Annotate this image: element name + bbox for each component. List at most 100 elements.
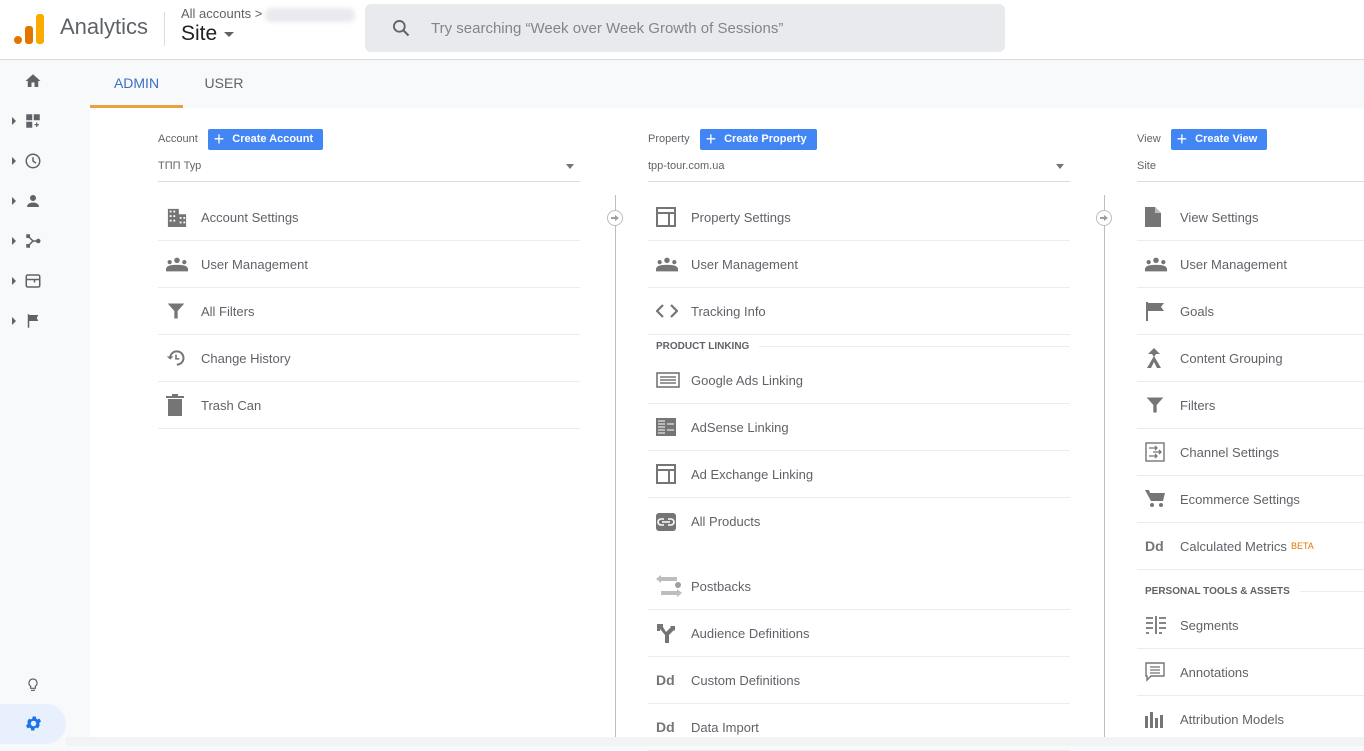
item-label: View Settings [1180, 209, 1259, 225]
expand-arrow-icon [12, 197, 16, 205]
expand-arrow-icon [12, 157, 16, 165]
item-label: Calculated Metrics [1180, 538, 1287, 554]
lightbulb-icon [28, 678, 38, 691]
item-label: Tracking Info [691, 303, 766, 319]
all-filters-item[interactable]: All Filters [158, 288, 580, 335]
link-arrow-icon[interactable] [607, 210, 623, 226]
item-label: Ecommerce Settings [1180, 491, 1300, 507]
dropdown-arrow-icon [566, 164, 574, 169]
account-selected: ТПП Тур [158, 160, 202, 172]
dashboard-icon [26, 114, 40, 128]
breadcrumb-all-accounts[interactable]: All accounts > [181, 6, 262, 21]
create-property-button[interactable]: + Create Property [699, 128, 817, 150]
create-view-button[interactable]: + Create View [1170, 128, 1268, 150]
create-view-label: Create View [1195, 133, 1258, 145]
nav-customization[interactable] [0, 101, 66, 141]
filters-item[interactable]: Filters [1137, 382, 1364, 429]
tracking-info-item[interactable]: Tracking Info [648, 288, 1070, 335]
app-name: Analytics [60, 14, 149, 39]
create-account-button[interactable]: + Create Account [207, 128, 324, 150]
ecommerce-settings-item[interactable]: Ecommerce Settings [1137, 476, 1364, 523]
plus-icon: + [213, 129, 225, 149]
adsense-linking-item[interactable]: AdSense Linking [648, 404, 1070, 451]
account-label: Account [158, 133, 198, 145]
link-icon [656, 512, 676, 531]
item-label: Annotations [1180, 664, 1249, 680]
channel-icon [1145, 442, 1165, 462]
account-user-management-item[interactable]: User Management [158, 241, 580, 288]
annotations-item[interactable]: Annotations [1137, 649, 1364, 696]
item-label: Audience Definitions [691, 625, 810, 641]
item-label: Ad Exchange Linking [691, 466, 814, 482]
calculated-metrics-item[interactable]: Dd Calculated Metrics BETA [1137, 523, 1364, 570]
view-column-selector[interactable]: Site [1137, 158, 1364, 182]
tab-admin[interactable]: ADMIN [90, 61, 183, 108]
view-label: View [1137, 133, 1161, 145]
breadcrumb-account-redacted[interactable] [265, 8, 355, 22]
column-divider [615, 195, 616, 737]
goals-item[interactable]: Goals [1137, 288, 1364, 335]
nav-behavior[interactable] [0, 261, 66, 301]
property-user-management-item[interactable]: User Management [648, 241, 1070, 288]
admin-panel: ADMIN USER Account + Create Account ТПП Т… [90, 61, 1364, 751]
google-ads-linking-item[interactable]: Google Ads Linking [648, 357, 1070, 404]
people-icon [1145, 257, 1167, 272]
nav-acquisition[interactable] [0, 221, 66, 261]
view-settings-item[interactable]: View Settings [1137, 194, 1364, 241]
top-header: Analytics All accounts > Site [0, 0, 1364, 60]
content-grouping-item[interactable]: Content Grouping [1137, 335, 1364, 382]
property-settings-item[interactable]: Property Settings [648, 194, 1070, 241]
nav-audience[interactable] [0, 181, 66, 221]
nav-realtime[interactable] [0, 141, 66, 181]
search-input[interactable] [431, 19, 971, 37]
account-settings-item[interactable]: Account Settings [158, 194, 580, 241]
audience-definitions-item[interactable]: Audience Definitions [648, 610, 1070, 657]
property-selector[interactable]: tpp-tour.com.ua [648, 158, 1070, 182]
nav-home[interactable] [0, 61, 66, 101]
ad-exchange-linking-item[interactable]: Ad Exchange Linking [648, 451, 1070, 498]
item-label: Filters [1180, 397, 1216, 413]
people-icon [166, 257, 188, 272]
dd-icon: Dd [656, 672, 675, 688]
horizontal-scrollbar[interactable] [66, 737, 1364, 746]
attribution-models-item[interactable]: Attribution Models [1137, 696, 1364, 743]
nav-discover[interactable] [0, 664, 66, 704]
view-column: View + Create View Site View Settings Use… [1137, 128, 1364, 743]
search-icon [393, 20, 410, 37]
item-label: All Filters [201, 303, 255, 319]
all-products-item[interactable]: All Products [648, 498, 1070, 545]
person-icon [27, 195, 39, 207]
building-icon [167, 208, 187, 227]
caret-down-icon [224, 31, 235, 37]
flag-icon [27, 314, 39, 328]
item-label: AdSense Linking [691, 419, 789, 435]
view-selector[interactable]: Site [181, 22, 235, 46]
postbacks-item[interactable]: Postbacks [648, 563, 1070, 610]
view-user-management-item[interactable]: User Management [1137, 241, 1364, 288]
custom-definitions-item[interactable]: Dd Custom Definitions [648, 657, 1070, 704]
tab-user[interactable]: USER [183, 61, 265, 108]
trash-can-item[interactable]: Trash Can [158, 382, 580, 429]
change-history-item[interactable]: Change History [158, 335, 580, 382]
channel-settings-item[interactable]: Channel Settings [1137, 429, 1364, 476]
item-label: Attribution Models [1180, 711, 1285, 727]
annotation-icon [1145, 662, 1165, 682]
item-label: Goals [1180, 303, 1214, 319]
code-icon [656, 304, 678, 318]
item-label: Property Settings [691, 209, 791, 225]
segments-item[interactable]: Segments [1137, 602, 1364, 649]
account-selector[interactable]: ТПП Тур [158, 158, 580, 182]
people-icon [656, 257, 678, 272]
expand-arrow-icon [12, 317, 16, 325]
clock-icon [25, 153, 41, 169]
create-account-label: Create Account [232, 133, 314, 145]
attribution-icon [1145, 712, 1163, 728]
filter-icon [167, 303, 185, 319]
postbacks-icon [656, 575, 682, 597]
analytics-logo-icon[interactable] [14, 12, 44, 44]
search-bar[interactable] [365, 4, 1005, 52]
nav-admin[interactable] [0, 704, 66, 744]
nav-conversions[interactable] [0, 301, 66, 341]
link-arrow-icon[interactable] [1096, 210, 1112, 226]
item-label: Google Ads Linking [691, 372, 804, 388]
